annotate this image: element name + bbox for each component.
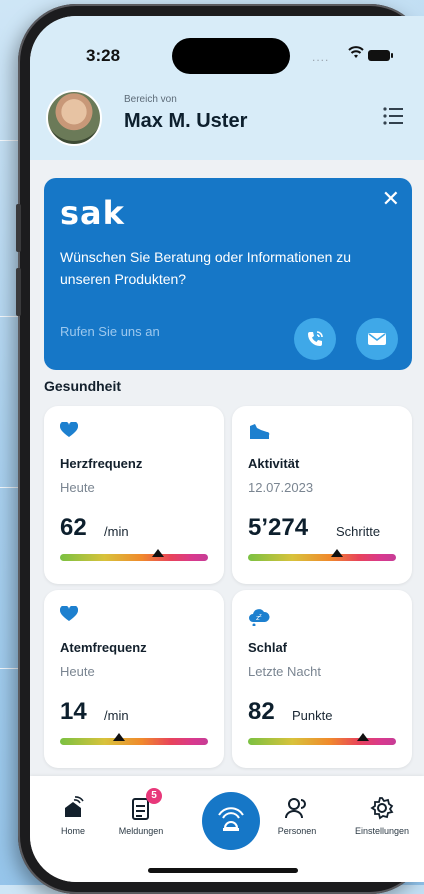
range-bar <box>60 738 208 745</box>
card-title: Herzfrequenz <box>60 456 143 471</box>
tab-label: Meldungen <box>118 826 164 836</box>
notification-badge: 5 <box>146 788 162 804</box>
respiratory-rate-card[interactable]: Atemfrequenz Heute 14 /min <box>44 590 224 768</box>
sak-logo: sak <box>60 194 125 232</box>
dynamic-island <box>172 38 290 74</box>
heart-rate-card[interactable]: Herzfrequenz Heute 62 /min <box>44 406 224 584</box>
shoe-icon <box>250 424 270 439</box>
email-button[interactable] <box>356 318 398 360</box>
card-subtitle: Heute <box>60 480 95 495</box>
wifi-icon <box>348 46 364 58</box>
close-icon[interactable]: ✕ <box>382 186 400 212</box>
tab-home[interactable]: Home <box>38 794 108 836</box>
range-bar <box>248 738 396 745</box>
contact-promo-card: sak ✕ Wünschen Sie Beratung oder Informa… <box>44 178 412 370</box>
card-title: Aktivität <box>248 456 300 471</box>
card-title: Schlaf <box>248 640 288 655</box>
emergency-alarm-button[interactable] <box>202 792 260 850</box>
battery-icon <box>368 50 393 61</box>
card-unit: Punkte <box>292 708 333 723</box>
promo-text: Wünschen Sie Beratung oder Informationen… <box>60 249 352 287</box>
call-button[interactable] <box>294 318 336 360</box>
range-marker <box>330 549 343 557</box>
status-time: 3:28 <box>86 46 121 65</box>
range-marker <box>151 549 164 557</box>
card-value: 82 <box>248 698 275 725</box>
range-bar <box>248 554 396 561</box>
call-us-text: Rufen Sie uns an <box>60 324 160 339</box>
card-unit: /min <box>104 524 129 539</box>
card-title: Atemfrequenz <box>60 640 147 655</box>
tab-notifications[interactable]: 5 Meldungen <box>106 788 176 836</box>
card-value: 5’274 <box>248 514 309 541</box>
home-indicator <box>148 868 298 873</box>
range-bar <box>60 554 208 561</box>
phone-icon <box>308 331 323 346</box>
side-button <box>16 268 21 316</box>
tab-persons[interactable]: Personen <box>262 794 332 836</box>
range-marker <box>357 733 370 741</box>
card-value: 14 <box>60 698 87 725</box>
card-unit: Schritte <box>336 524 381 539</box>
range-marker <box>113 733 126 741</box>
svg-text:z: z <box>259 613 262 619</box>
app-screen: 3:28 .... Bereich von Max M. Uster sak ✕… <box>30 16 424 882</box>
sleep-card[interactable]: z z Schlaf Letzte Nacht 82 Punkte <box>232 590 412 768</box>
tab-label: Einstellungen <box>354 826 410 836</box>
area-label: Bereich von <box>124 94 177 105</box>
section-title-health: Gesundheit <box>44 378 122 394</box>
alarm-signal-icon <box>218 807 244 831</box>
avatar[interactable] <box>46 90 102 146</box>
home-icon <box>65 796 84 817</box>
card-value: 62 <box>60 514 87 541</box>
gear-icon <box>370 797 394 820</box>
card-subtitle: 12.07.2023 <box>248 480 314 495</box>
user-name: Max M. Uster <box>124 110 248 132</box>
side-button <box>16 204 21 252</box>
tab-settings[interactable]: Einstellungen <box>340 794 424 836</box>
sleep-cloud-icon: z z <box>249 609 270 626</box>
card-unit: /min <box>104 708 129 723</box>
tab-label: Personen <box>277 826 317 836</box>
mail-icon <box>368 333 386 345</box>
card-subtitle: Letzte Nacht <box>248 664 321 679</box>
card-subtitle: Heute <box>60 664 95 679</box>
heart-icon <box>60 422 78 437</box>
list-menu-icon[interactable] <box>382 106 404 126</box>
activity-card[interactable]: Aktivität 12.07.2023 5’274 Schritte <box>232 406 412 584</box>
signal-dots: .... <box>312 50 330 64</box>
persons-icon <box>285 798 306 819</box>
tab-label: Home <box>60 826 85 836</box>
heart-icon <box>60 606 78 621</box>
